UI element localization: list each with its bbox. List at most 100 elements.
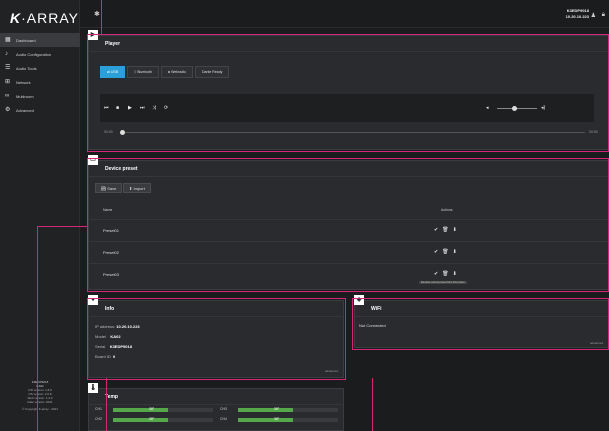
dashboard-icon: ▦ <box>5 36 11 43</box>
delete-icon[interactable]: 🗑︎ <box>442 227 452 233</box>
device-id: K3EDP9018 10.20.10.223 <box>566 8 589 20</box>
sidebar-item-advanced[interactable]: ⚙ Advanced <box>0 103 80 117</box>
sidebar-item-label: Dashboard <box>16 37 36 43</box>
player-panel: ▶ Player ⇌ USB ᛒ Bluetooth ◘ Webradio Dan… <box>88 30 609 150</box>
wifi-advanced-link[interactable]: advanced <box>590 341 603 345</box>
download-icon[interactable]: ⬇ <box>453 249 461 255</box>
play-icon: ▶ <box>88 30 98 40</box>
sliders-icon: ☰ <box>5 64 11 71</box>
table-row: Preset03 ✔🗑︎⬇ Rename current preset from… <box>89 263 609 285</box>
apply-icon[interactable]: ✔ <box>434 227 442 233</box>
temp-ch3-bar <box>238 408 293 412</box>
tab-label: Webradio <box>171 70 186 74</box>
temp-ch1-label: CH1 <box>95 407 103 411</box>
thermometer-icon: 🌡︎ <box>88 383 98 393</box>
tab-label: USB <box>110 70 119 74</box>
sidebar-nav: ▦ Dashboard ♪ Audio Configuration ☰ Audio T… <box>0 33 80 117</box>
kv-value: 0 <box>113 354 116 359</box>
kv-label: Serial <box>95 344 106 349</box>
progress-knob[interactable] <box>120 130 125 135</box>
temp-header: 🌡︎ Temp <box>88 383 343 405</box>
player-header: ▶ Player <box>88 30 608 52</box>
preset-header: ▭ Device preset <box>88 155 608 177</box>
wifi-status: Not Connected <box>359 323 386 328</box>
tab-bluetooth[interactable]: ᛒ Bluetooth <box>127 66 159 78</box>
volume-slider[interactable] <box>497 108 537 109</box>
player-tabs: ⇌ USB ᛒ Bluetooth ◘ Webradio Dante Ready <box>100 66 231 78</box>
progress-bar[interactable] <box>123 132 585 133</box>
sidebar-item-label: Audio Tools <box>16 65 37 71</box>
kv-value: K3EDP9018 <box>109 344 132 349</box>
sidebar: K·ARRAY ▦ Dashboard ♪ Audio Configuration … <box>0 0 80 431</box>
delete-icon[interactable]: 🗑︎ <box>442 271 452 277</box>
save-label: Save <box>107 185 117 191</box>
temp-ch1-bar <box>113 408 168 412</box>
network-icon: ⊞ <box>5 78 11 85</box>
info-model: Model KA02 <box>95 334 121 339</box>
apply-icon[interactable]: ✔ <box>434 271 442 277</box>
user-icon[interactable]: ♟ <box>591 12 596 19</box>
import-label: Import <box>133 185 145 191</box>
lock-icon[interactable]: 🔒︎ <box>602 12 605 19</box>
temp-ch2-bar <box>113 418 168 422</box>
info-advanced-link[interactable]: advanced <box>325 369 338 373</box>
row-actions: ✔🗑︎⬇ <box>434 271 461 277</box>
tab-dante[interactable]: Dante Ready <box>195 66 230 78</box>
tooltip: Rename current preset from this preset <box>419 281 467 284</box>
temp-ch4-value: 38° <box>274 417 280 421</box>
temp-ch4-bar <box>238 418 293 422</box>
sidebar-item-label: Audio Configuration <box>16 51 52 57</box>
delete-icon[interactable]: 🗑︎ <box>442 249 452 255</box>
stop-icon[interactable]: ■ <box>116 105 119 111</box>
download-icon[interactable]: ⬇ <box>453 227 461 233</box>
gear-icon: ⚙ <box>5 106 11 113</box>
copyright: © Copyright K-array - 2021 <box>22 407 58 411</box>
apply-icon[interactable]: ✔ <box>434 249 442 255</box>
info-icon: ● <box>88 295 98 305</box>
preset-title: Device preset <box>105 165 138 172</box>
sidebar-footer: K3EDP9018 KA02 FW version: 1.8.0 OS vers… <box>0 380 80 411</box>
link-icon: ∞ <box>5 92 10 99</box>
kv-value: 10.20.10.223 <box>116 324 140 329</box>
sidebar-item-dashboard[interactable]: ▦ Dashboard <box>0 33 80 47</box>
tab-usb[interactable]: ⇌ USB <box>100 66 126 78</box>
row-actions: ✔🗑︎⬇ <box>434 227 461 233</box>
app: K·ARRAY ▦ Dashboard ♪ Audio Configuration … <box>0 0 609 431</box>
sidebar-item-audio-configuration[interactable]: ♪ Audio Configuration <box>0 47 80 61</box>
preset-icon: ▭ <box>88 155 98 165</box>
download-icon[interactable]: ⬇ <box>453 271 461 277</box>
next-icon[interactable]: ⏭ <box>140 105 145 111</box>
table-row: Preset01 ✔🗑︎⬇ <box>89 219 609 241</box>
repeat-icon[interactable]: ⟳ <box>164 105 168 111</box>
callout-line-left-h <box>37 226 88 227</box>
temp-ch2-value: 38° <box>149 417 155 421</box>
preset-name: Preset03 <box>103 272 120 277</box>
info-serial: Serial K3EDP9018 <box>95 344 132 349</box>
save-button[interactable]: 💾︎ Save <box>95 183 123 193</box>
volume-knob[interactable] <box>512 106 517 111</box>
shuffle-icon[interactable]: ⤨ <box>152 105 156 111</box>
play-button-icon[interactable]: ▶ <box>128 105 132 111</box>
previous-icon[interactable]: ⏮ <box>104 105 109 111</box>
volume-down-icon[interactable]: ◂ <box>486 105 489 111</box>
fan-icon[interactable]: ✱ <box>94 10 100 18</box>
footer-date: Date version: 2021 <box>27 400 53 404</box>
tab-webradio[interactable]: ◘ Webradio <box>160 66 193 78</box>
import-button[interactable]: ⬆ Import <box>123 183 151 193</box>
temp-panel: 🌡︎ Temp CH1 38° CH2 38° CH3 38° CH4 38° <box>88 383 344 431</box>
temp-ch4-label: CH4 <box>220 417 228 421</box>
callout-line-wifi <box>372 378 373 431</box>
temp-ch1-value: 38° <box>149 407 155 411</box>
tab-label: Bluetooth <box>137 70 152 74</box>
callout-line-left <box>37 226 38 431</box>
sidebar-item-network[interactable]: ⊞ Network <box>0 75 80 89</box>
info-panel: ● Info IP address: 10.20.10.223 Model KA0… <box>88 295 344 378</box>
sidebar-item-multiroom[interactable]: ∞ Multiroom <box>0 89 80 103</box>
sidebar-item-audio-tools[interactable]: ☰ Audio Tools <box>0 61 80 75</box>
wifi-panel: ◈ WiFi Not Connected advanced <box>354 295 609 348</box>
temp-ch2-label: CH2 <box>95 417 103 421</box>
info-board: Board ID 0 <box>95 354 115 359</box>
volume-up-icon[interactable]: ◂) <box>541 105 545 111</box>
kv-label: Model <box>95 334 106 339</box>
preset-panel: ▭ Device preset 💾︎ Save ⬆ Import Name Act… <box>88 155 609 290</box>
